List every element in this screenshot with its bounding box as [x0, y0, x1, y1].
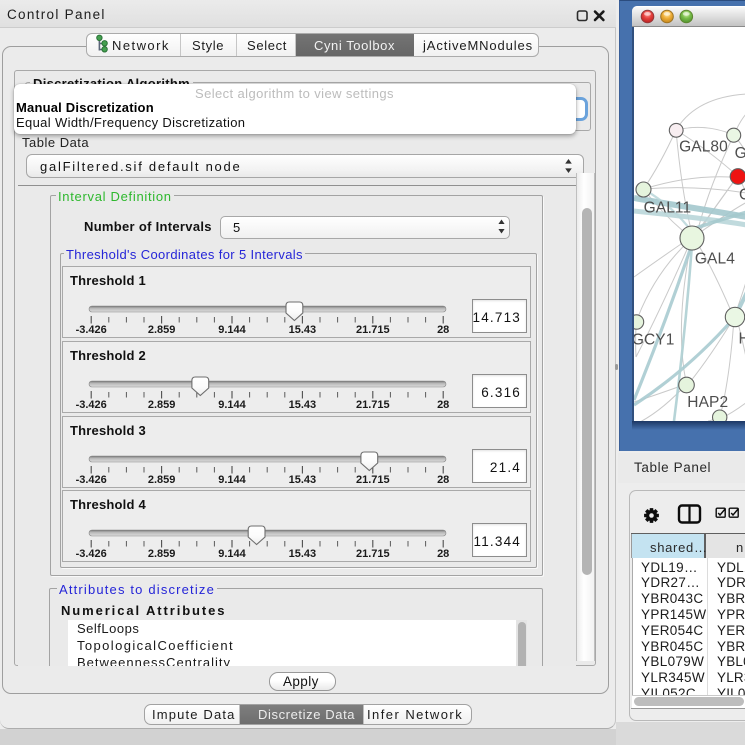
svg-text:9.144: 9.144	[218, 548, 246, 560]
svg-text:15.43: 15.43	[289, 548, 317, 560]
svg-text:2.859: 2.859	[148, 548, 176, 560]
svg-text:GAL11: GAL11	[644, 200, 692, 217]
svg-text:Threshold 3: Threshold 3	[70, 423, 146, 438]
svg-text:-3.426: -3.426	[76, 474, 107, 486]
svg-text:Threshold 1: Threshold 1	[70, 273, 146, 288]
svg-text:GA: GA	[735, 145, 745, 162]
svg-text:HAP2: HAP2	[687, 394, 728, 411]
svg-text:15.43: 15.43	[289, 399, 317, 411]
svg-text:28: 28	[437, 324, 449, 336]
svg-text:H: H	[739, 331, 745, 348]
svg-text:2.859: 2.859	[148, 399, 176, 411]
svg-text:21.715: 21.715	[356, 324, 390, 336]
svg-text:C: C	[739, 187, 745, 204]
svg-text:GAL4: GAL4	[695, 251, 735, 268]
svg-text:21.715: 21.715	[356, 548, 390, 560]
svg-text:-3.426: -3.426	[76, 324, 107, 336]
svg-text:28: 28	[437, 474, 449, 486]
svg-text:28: 28	[437, 548, 449, 560]
svg-text:GAL80: GAL80	[679, 139, 728, 156]
svg-text:21.715: 21.715	[356, 399, 390, 411]
svg-text:28: 28	[437, 399, 449, 411]
svg-text:2.859: 2.859	[148, 324, 176, 336]
svg-text:21.715: 21.715	[356, 474, 390, 486]
svg-text:-3.426: -3.426	[76, 399, 107, 411]
svg-text:2.859: 2.859	[148, 474, 176, 486]
svg-text:GCY1: GCY1	[634, 332, 674, 349]
svg-text:15.43: 15.43	[289, 324, 317, 336]
svg-text:15.43: 15.43	[289, 474, 317, 486]
svg-text:9.144: 9.144	[218, 324, 246, 336]
svg-text:9.144: 9.144	[218, 399, 246, 411]
svg-text:-3.426: -3.426	[76, 548, 107, 560]
svg-text:Threshold 4: Threshold 4	[70, 497, 146, 512]
svg-text:Threshold 2: Threshold 2	[70, 348, 146, 363]
svg-text:9.144: 9.144	[218, 474, 246, 486]
